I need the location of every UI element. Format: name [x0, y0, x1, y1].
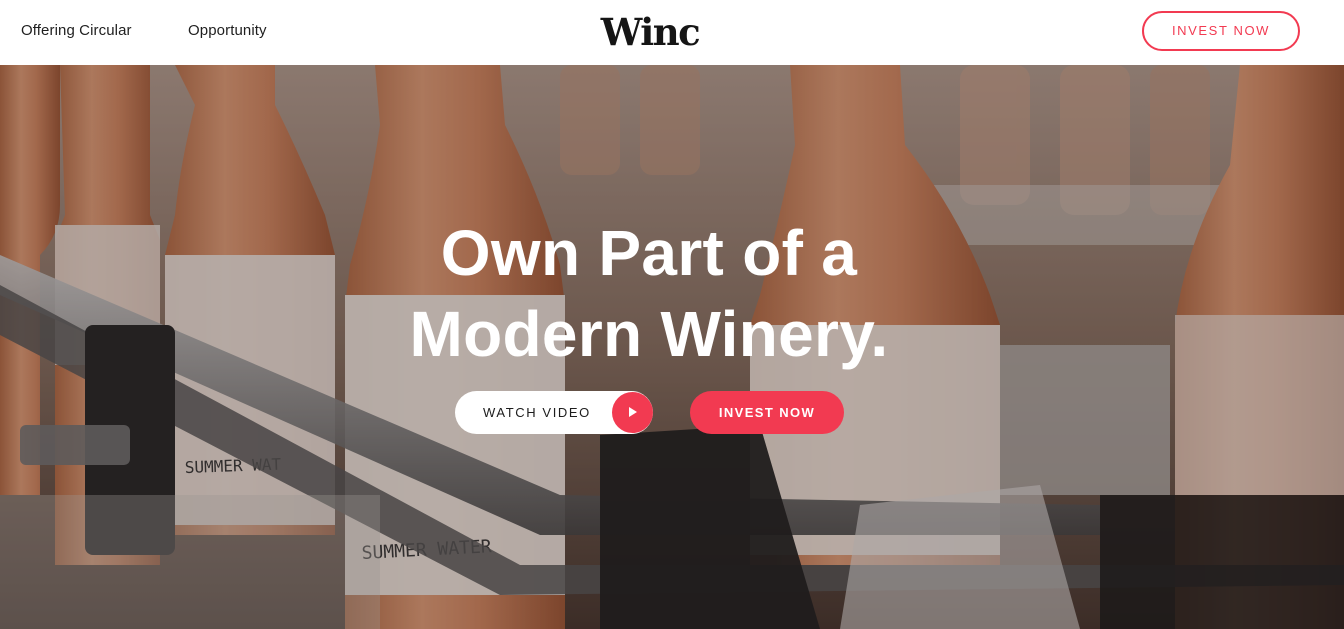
watch-video-button[interactable]: WATCH VIDEO [455, 391, 653, 434]
play-icon[interactable] [612, 392, 653, 433]
nav-offering-circular[interactable]: Offering Circular [21, 22, 132, 39]
winc-logo[interactable]: Winc [594, 8, 706, 56]
hero-invest-now-button[interactable]: INVEST NOW [690, 391, 844, 434]
hero-headline: Own Part of a Modern Winery. [322, 213, 976, 375]
hero-section: SUMMER WAT SUMMER WATER Own Part of a Mo… [0, 65, 1344, 629]
headline-line-2: Modern Winery. [409, 298, 889, 370]
nav-opportunity[interactable]: Opportunity [188, 22, 267, 39]
header-invest-now-button[interactable]: INVEST NOW [1142, 11, 1300, 51]
watch-video-label: WATCH VIDEO [483, 405, 591, 420]
site-header: Offering Circular Opportunity Winc INVES… [0, 0, 1344, 65]
headline-line-1: Own Part of a [440, 217, 858, 289]
